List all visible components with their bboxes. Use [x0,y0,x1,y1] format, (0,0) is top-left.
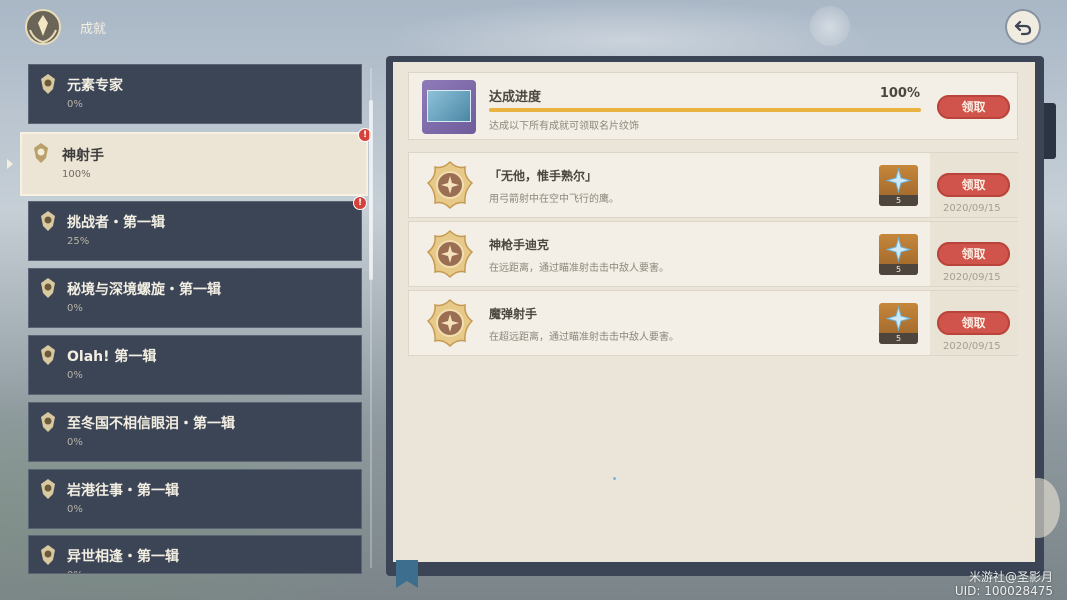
category-name: 元素专家 [67,78,123,94]
achievement-title: 魔弹射手 [489,307,538,321]
primogem-icon [886,306,911,331]
achievement-medal-icon [426,298,474,348]
claim-reward-button[interactable]: 领取 [937,311,1010,335]
corner-decoration [1016,478,1060,538]
category-item[interactable]: 至冬国不相信眼泪・第一辑 0% [28,402,362,462]
category-name: Olah! 第一辑 [67,349,157,365]
progress-description: 达成以下所有成就可领取名片纹饰 [489,121,639,132]
notification-badge: ! [353,196,367,210]
category-badge-icon [41,74,55,94]
category-item[interactable]: 挑战者・第一辑 25% ! [28,196,367,261]
achievement-title: 「无他，惟手熟尔」 [489,169,598,183]
category-percent: 25% [67,236,90,247]
reward-count: 5 [879,264,918,275]
category-name: 至冬国不相信眼泪・第一辑 [67,416,235,432]
achievement-row: 「无他，惟手熟尔」 用弓箭射中在空中飞行的鹰。 5 领取 2020/09/15 [408,152,1018,218]
claim-reward-button[interactable]: 领取 [937,242,1010,266]
bookmark-ribbon-icon [396,560,418,588]
category-item-selected[interactable]: 神射手 100% ! [20,128,372,196]
achievement-date: 2020/09/15 [943,341,1001,352]
category-percent: 100% [62,169,91,180]
watermark-author: 米游社@圣影月 [968,570,1053,584]
claim-namecard-button[interactable]: 领取 [937,95,1010,119]
category-percent: 0% [67,504,83,515]
panel-side-tab [1044,103,1056,159]
achievement-description: 在远距离，通过瞄准射击击中敌人要害。 [489,263,669,274]
sidebar-scrollbar-thumb[interactable] [369,100,373,280]
category-percent: 0% [67,570,83,573]
achievement-description: 在超远距离，通过瞄准射击击中敌人要害。 [489,332,679,343]
progress-percent: 100% [879,86,920,101]
category-badge-icon [41,345,55,365]
category-percent: 0% [67,370,83,381]
category-percent: 0% [67,303,83,314]
achievement-row: 魔弹射手 在超远距离，通过瞄准射击击中敌人要害。 5 领取 2020/09/15 [408,290,1018,356]
category-badge-icon [41,479,55,499]
primogem-reward: 5 [879,234,918,275]
watermark: 米游社@圣影月 UID: 100028475 [955,570,1053,598]
category-name: 挑战者・第一辑 [67,215,165,231]
background-moon [810,6,850,46]
achievement-emblem-icon [25,9,61,45]
category-name: 秘境与深境螺旋・第一辑 [67,282,221,298]
reward-count: 5 [879,333,918,344]
achievement-medal-icon [426,229,474,279]
category-item[interactable]: 异世相逢・第一辑 0% [28,535,362,574]
category-percent: 0% [67,99,83,110]
category-name: 岩港往事・第一辑 [67,483,179,499]
progress-card: 达成进度 100% 达成以下所有成就可领取名片纹饰 领取 [408,72,1018,140]
achievement-date: 2020/09/15 [943,272,1001,283]
progress-title: 达成进度 [489,90,542,105]
progress-fill [489,108,921,112]
achievement-medal-icon [426,160,474,210]
category-item[interactable]: Olah! 第一辑 0% [28,335,362,395]
selected-indicator-icon [7,159,13,169]
achievement-row: 神枪手迪克 在远距离，通过瞄准射击击中敌人要害。 5 领取 2020/09/15 [408,221,1018,287]
category-badge-icon [41,211,55,231]
category-badge-icon [41,412,55,432]
claim-reward-button[interactable]: 领取 [937,173,1010,197]
loading-dot [613,477,616,480]
category-badge-icon [41,545,55,565]
category-sidebar: 元素专家 0% 神射手 100% ! 挑战者・第一辑 25% ! 秘境与深境螺旋… [20,64,372,574]
achievement-description: 用弓箭射中在空中飞行的鹰。 [489,194,619,205]
primogem-reward: 5 [879,165,918,206]
achievement-date: 2020/09/15 [943,203,1001,214]
back-arrow-icon [1014,20,1032,36]
category-percent: 0% [67,437,83,448]
page-title: 成就 [80,22,107,37]
reward-count: 5 [879,195,918,206]
category-item[interactable]: 岩港往事・第一辑 0% [28,469,362,529]
category-name: 异世相逢・第一辑 [67,549,179,565]
category-badge-icon [41,278,55,298]
primogem-icon [886,168,911,193]
category-name: 神射手 [62,148,104,164]
namecard-icon [422,80,476,134]
category-badge-icon [34,143,48,163]
primogem-icon [886,237,911,262]
primogem-reward: 5 [879,303,918,344]
back-button[interactable] [1007,11,1039,43]
category-item[interactable]: 秘境与深境螺旋・第一辑 0% [28,268,362,328]
achievement-title: 神枪手迪克 [489,238,550,252]
category-item[interactable]: 元素专家 0% [28,64,362,124]
progress-bar [489,108,921,112]
watermark-uid: UID: 100028475 [954,584,1053,598]
